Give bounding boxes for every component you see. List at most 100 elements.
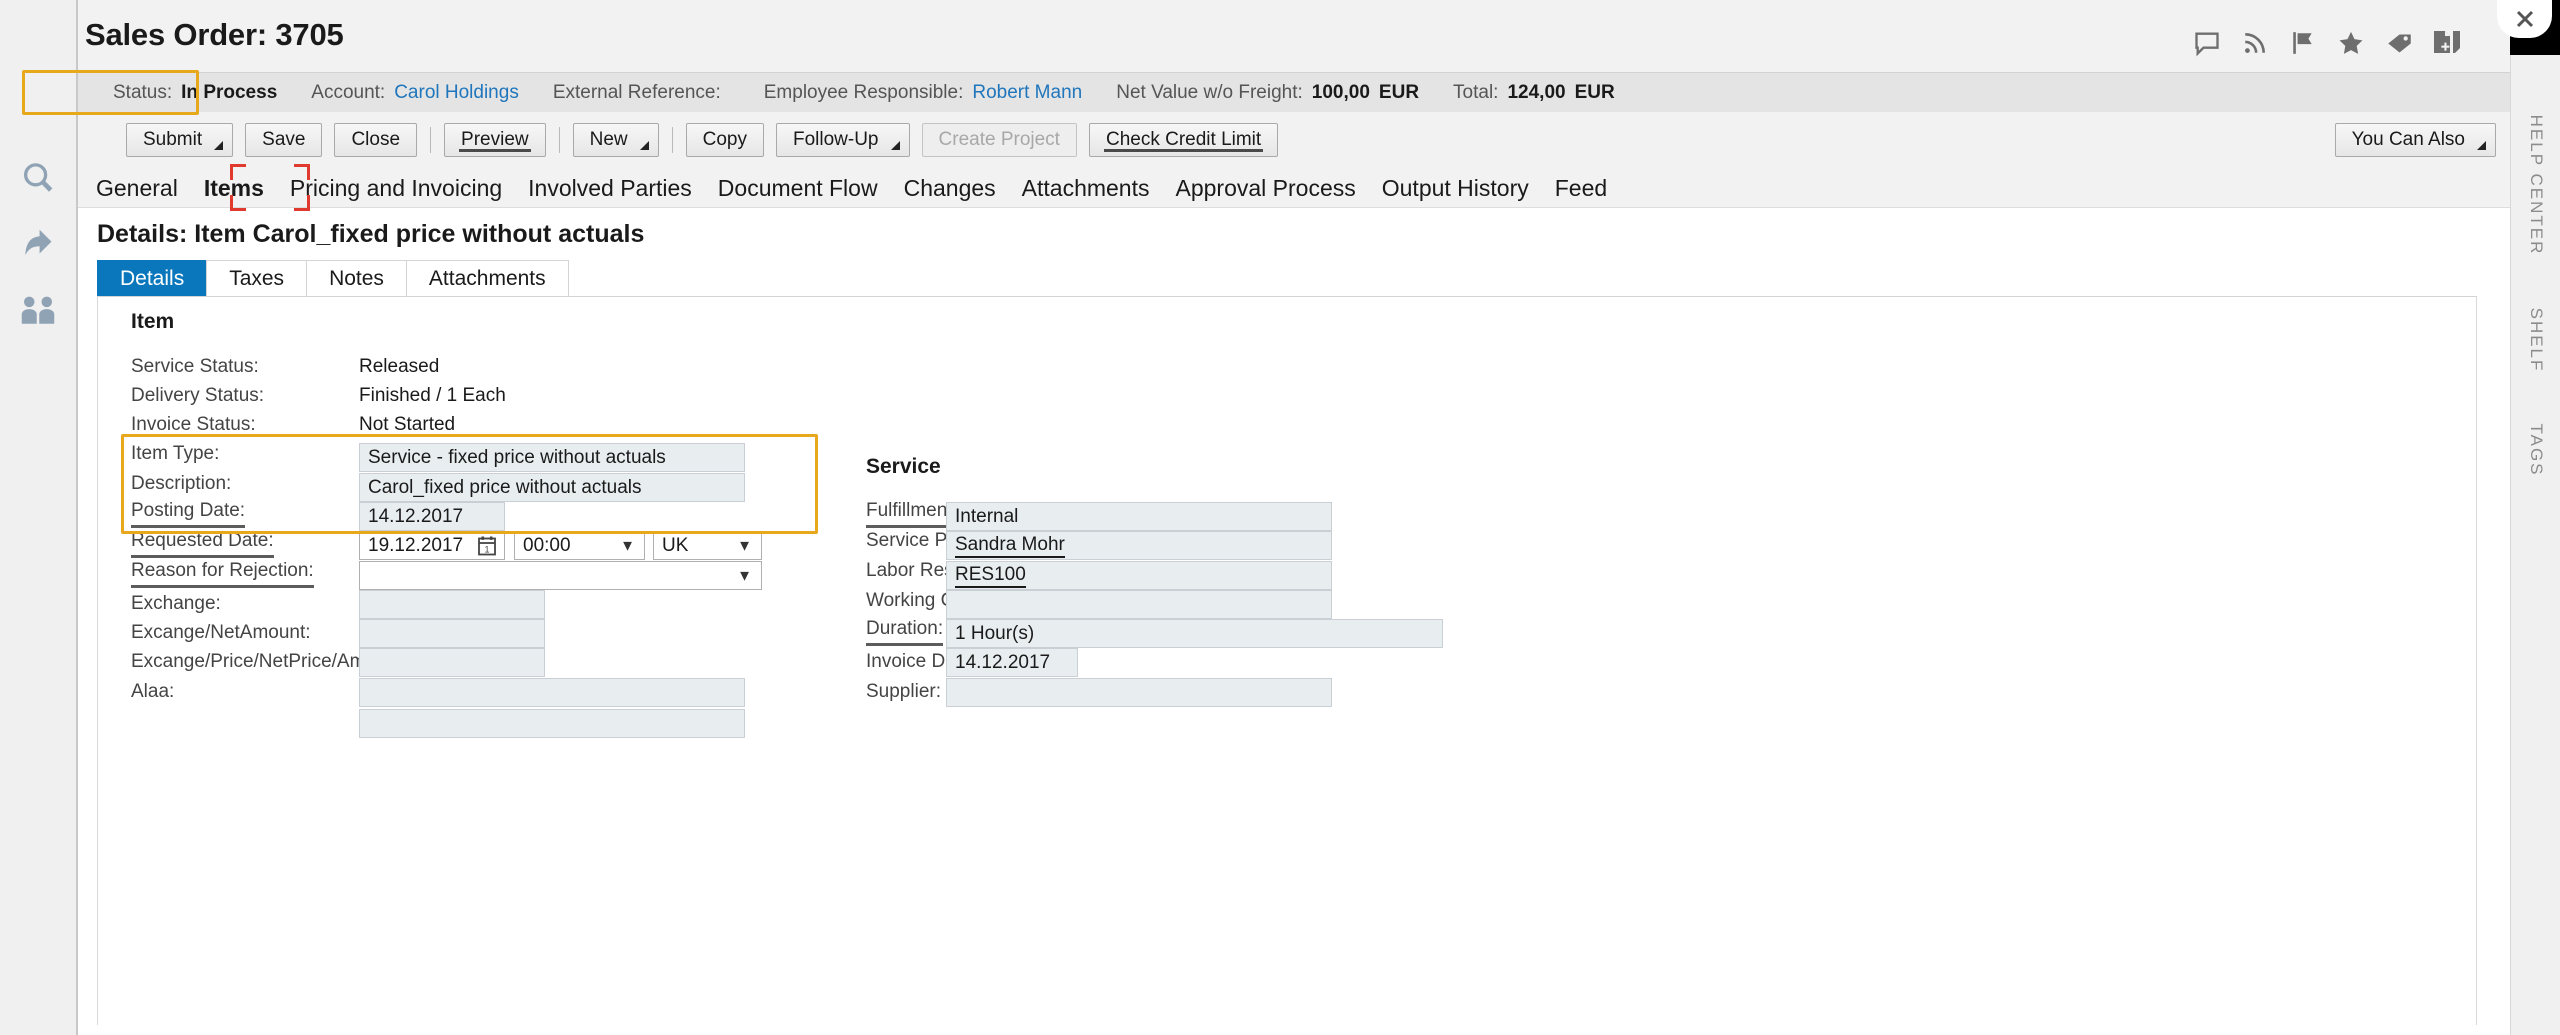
- tab-attachments[interactable]: Attachments: [1009, 177, 1163, 207]
- share-icon[interactable]: [12, 218, 64, 270]
- service-performer-value[interactable]: Sandra Mohr: [955, 534, 1065, 558]
- tab-approval-process[interactable]: Approval Process: [1163, 177, 1369, 207]
- tab-output-history-label: Output History: [1381, 175, 1529, 201]
- copy-button-label: Copy: [702, 128, 747, 150]
- exchange-input[interactable]: [359, 590, 545, 619]
- employee-responsible-label: Employee Responsible:: [763, 81, 964, 103]
- close-button[interactable]: Close: [334, 122, 418, 157]
- posting-date-label[interactable]: Posting Date:: [131, 500, 246, 528]
- you-can-also-button[interactable]: You Can Also: [2334, 123, 2496, 157]
- duration-input[interactable]: 1 Hour(s): [946, 619, 1443, 648]
- detail-subtabs: Details Taxes Notes Attachments: [97, 260, 569, 296]
- save-button-label: Save: [262, 128, 306, 150]
- status-bar: Status: In Process Account: Carol Holdin…: [78, 72, 2510, 112]
- item-type-label: Item Type:: [131, 443, 220, 464]
- preview-button[interactable]: Preview: [444, 122, 546, 157]
- new-button[interactable]: New: [572, 122, 659, 157]
- service-performer-input[interactable]: Sandra Mohr: [946, 531, 1332, 560]
- requested-zone-select[interactable]: UK ▼: [653, 531, 762, 560]
- subtab-attachments[interactable]: Attachments: [405, 260, 569, 296]
- tab-output-history[interactable]: Output History: [1369, 177, 1542, 207]
- tab-changes-label: Changes: [903, 175, 996, 201]
- follow-up-button-label: Follow-Up: [792, 128, 879, 150]
- svg-text:1: 1: [484, 544, 489, 554]
- chevron-down-icon: [214, 140, 224, 150]
- description-value: Carol_fixed price without actuals: [368, 476, 642, 498]
- net-value-field: Net Value w/o Freight: 100,00 EUR: [1116, 82, 1419, 104]
- details-heading: Details: Item Carol_fixed price without …: [97, 220, 645, 248]
- tab-general-label: General: [96, 175, 178, 201]
- invoice-status-label: Invoice Status:: [131, 414, 256, 435]
- fulfillment-value: Internal: [955, 505, 1019, 527]
- employee-responsible-value-link[interactable]: Robert Mann: [972, 82, 1082, 104]
- main-window: Sales Order: 3705 Status: In Process Acc…: [78, 0, 2510, 1035]
- tab-involved-parties[interactable]: Involved Parties: [515, 177, 705, 207]
- reason-for-rejection-label[interactable]: Reason for Rejection:: [131, 560, 314, 588]
- star-icon[interactable]: [2336, 28, 2366, 58]
- labor-resource-value[interactable]: RES100: [955, 564, 1026, 588]
- tab-feed-label: Feed: [1554, 175, 1608, 201]
- search-icon[interactable]: [12, 152, 64, 204]
- tab-feed[interactable]: Feed: [1542, 177, 1620, 207]
- toolbar-divider-1: [430, 126, 432, 153]
- tab-document-flow[interactable]: Document Flow: [705, 177, 891, 207]
- chevron-down-icon: ▼: [620, 537, 635, 554]
- check-credit-limit-button[interactable]: Check Credit Limit: [1088, 122, 1279, 157]
- chevron-down-icon: [890, 140, 900, 150]
- chevron-down-icon: ▼: [737, 537, 752, 554]
- requested-time-value: 00:00: [523, 534, 571, 556]
- requested-time-select[interactable]: 00:00 ▼: [514, 531, 645, 560]
- exchange-price-input[interactable]: [359, 648, 545, 677]
- exchange-netamount-input[interactable]: [359, 619, 545, 648]
- focus-bracket-top-left: [230, 164, 246, 180]
- subtab-taxes[interactable]: Taxes: [206, 260, 308, 296]
- tab-pricing-and-invoicing[interactable]: Pricing and Invoicing: [277, 177, 515, 207]
- you-can-also-label: You Can Also: [2351, 129, 2465, 150]
- requested-date-input[interactable]: 19.12.2017 1: [359, 531, 505, 560]
- duration-label[interactable]: Duration:: [866, 618, 944, 646]
- net-value-label: Net Value w/o Freight:: [1116, 81, 1303, 103]
- subtab-details[interactable]: Details: [97, 260, 208, 296]
- copy-button[interactable]: Copy: [685, 122, 764, 157]
- account-value-link[interactable]: Carol Holdings: [394, 82, 519, 104]
- supplier-label: Supplier:: [866, 681, 941, 702]
- chat-icon[interactable]: [2192, 28, 2222, 58]
- right-rail-shelf[interactable]: SHELF: [2526, 308, 2546, 373]
- submit-button[interactable]: Submit: [126, 122, 234, 157]
- main-tab-strip: General Items Pricing and Invoicing Invo…: [78, 167, 2510, 223]
- feed-icon[interactable]: [2240, 28, 2270, 58]
- fulfillment-label[interactable]: Fulfillment:: [866, 500, 958, 528]
- tab-changes[interactable]: Changes: [891, 177, 1009, 207]
- save-button[interactable]: Save: [245, 122, 323, 157]
- people-icon[interactable]: [12, 284, 64, 336]
- tab-document-flow-label: Document Flow: [717, 175, 878, 201]
- subtab-notes[interactable]: Notes: [306, 260, 407, 296]
- item-group-title: Item: [131, 310, 175, 333]
- service-status-row: Service Status: Released: [131, 353, 831, 382]
- alaa-input[interactable]: [359, 678, 745, 707]
- tab-general[interactable]: General: [83, 177, 191, 207]
- net-value-amount: 100,00: [1311, 81, 1370, 103]
- extra-input[interactable]: [359, 709, 745, 738]
- supplier-input[interactable]: [946, 678, 1332, 707]
- tag-icon[interactable]: [2384, 28, 2414, 58]
- requested-date-label[interactable]: Requested Date:: [131, 530, 274, 558]
- total-label: Total:: [1453, 81, 1499, 103]
- close-icon[interactable]: [2497, 0, 2552, 38]
- calendar-icon[interactable]: 1: [477, 535, 497, 556]
- right-rail-help-center[interactable]: HELP CENTER: [2526, 115, 2546, 256]
- reason-for-rejection-select[interactable]: ▼: [359, 561, 762, 590]
- follow-up-button[interactable]: Follow-Up: [775, 122, 910, 157]
- item-type-value: Service - fixed price without actuals: [368, 446, 666, 468]
- invoice-date-input[interactable]: 14.12.2017: [946, 648, 1078, 677]
- add-document-icon[interactable]: [2432, 28, 2462, 58]
- header-icon-group: [2192, 28, 2462, 58]
- page-title: Sales Order: 3705: [85, 17, 344, 52]
- flag-icon[interactable]: [2288, 28, 2318, 58]
- you-can-also-container: You Can Also: [2334, 123, 2496, 157]
- requested-date-value: 19.12.2017: [368, 534, 464, 556]
- close-button-label: Close: [351, 128, 401, 150]
- labor-resource-input[interactable]: RES100: [946, 561, 1332, 590]
- item-type-input[interactable]: Service - fixed price without actuals: [359, 443, 745, 472]
- right-rail-tags[interactable]: TAGS: [2526, 423, 2546, 476]
